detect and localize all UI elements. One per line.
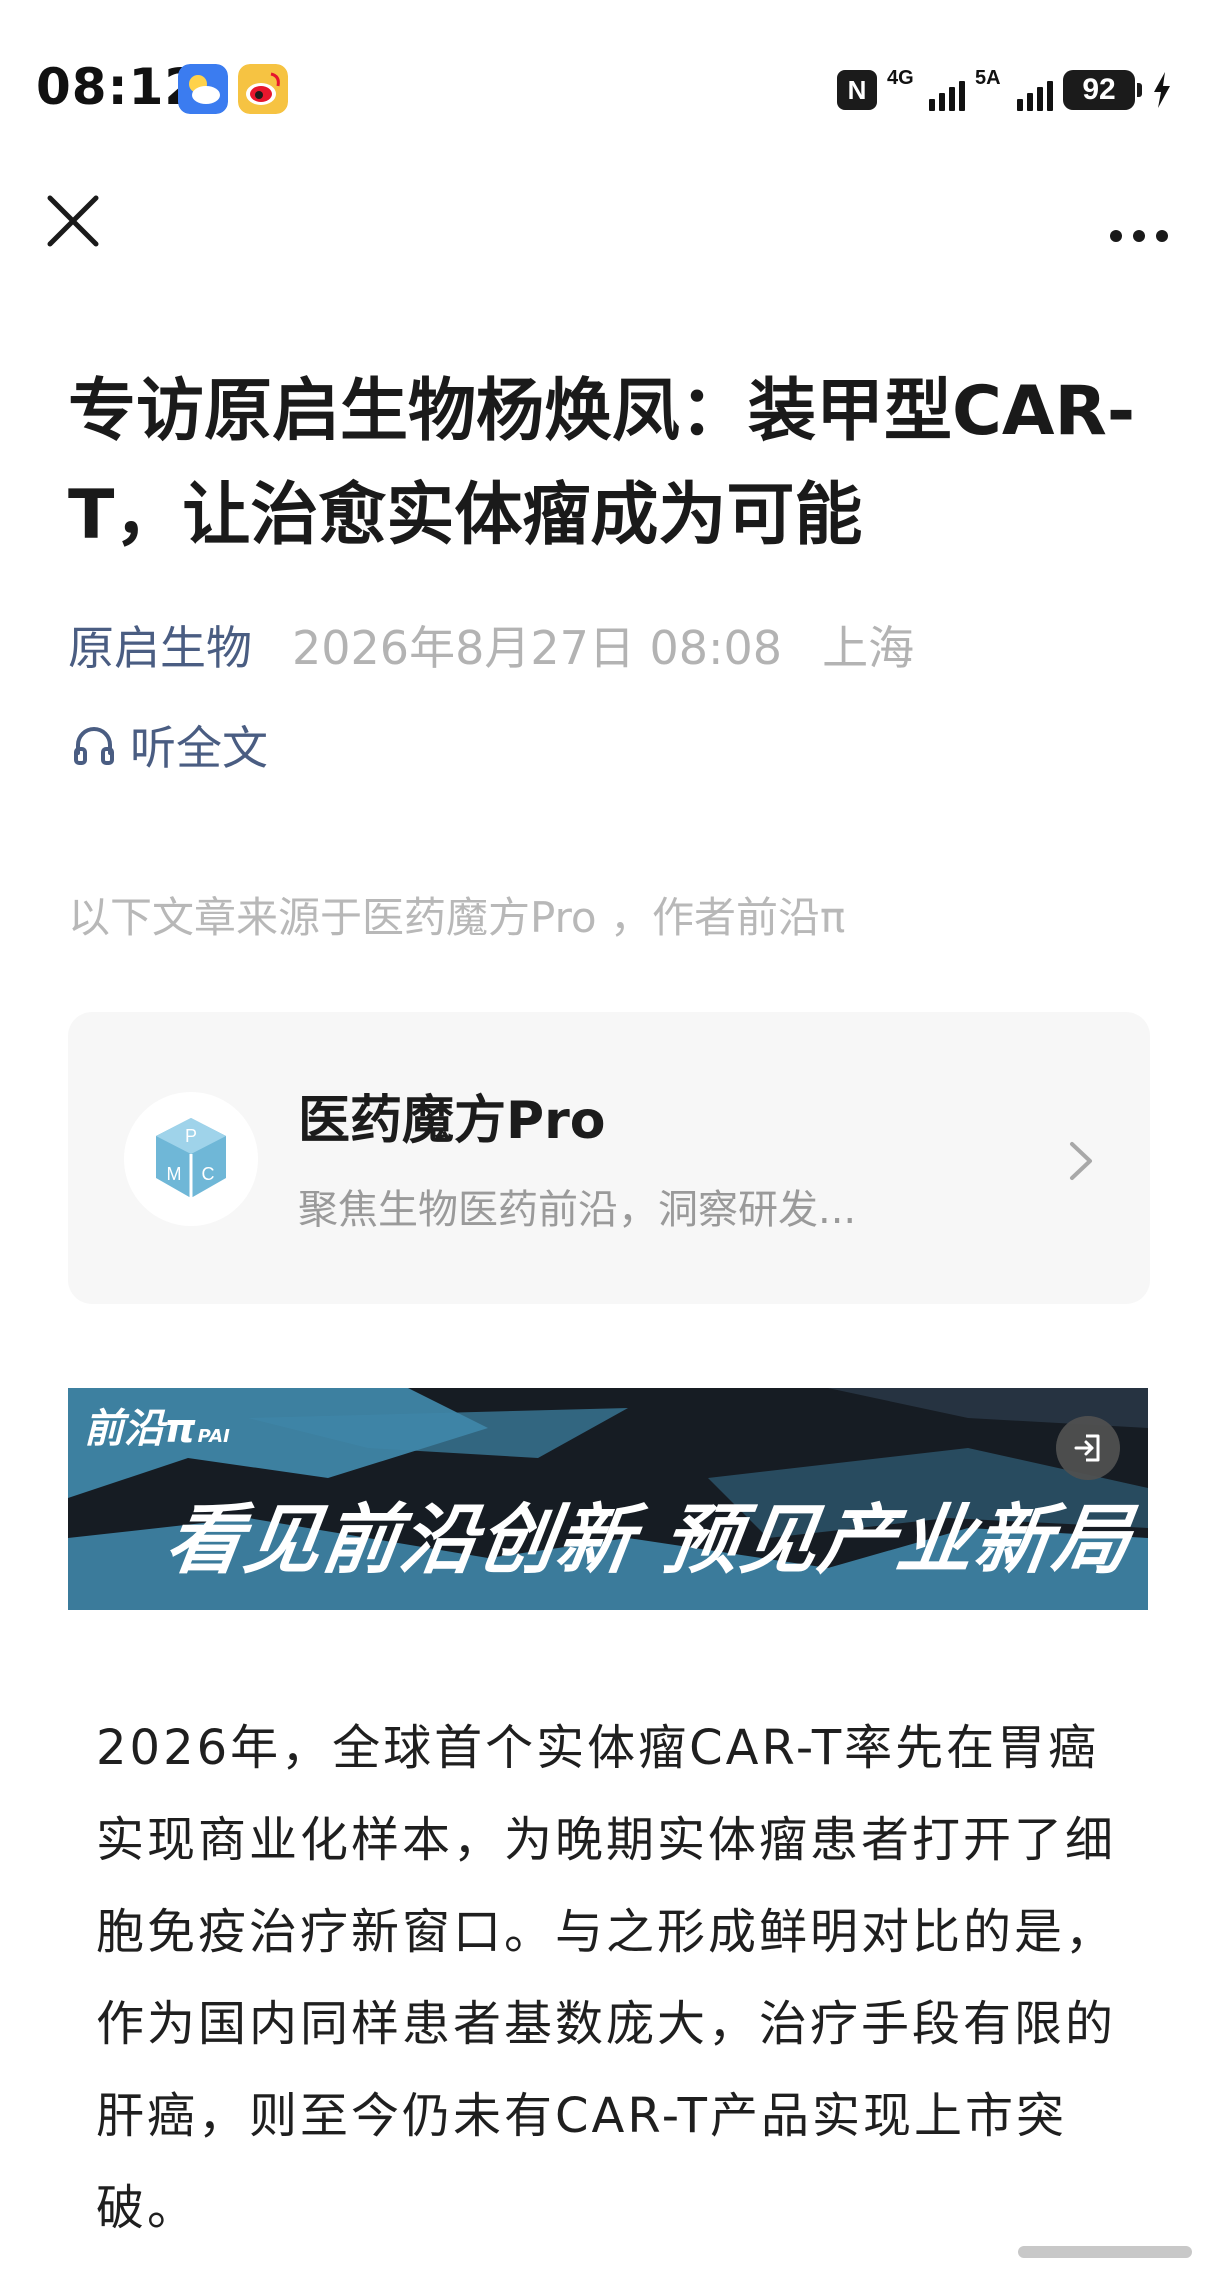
article-page: 08:12 N 4G 5A 92 专访原启生物杨焕凤：装甲型CAR-T，让治愈实… [0, 0, 1224, 2283]
signal-5a-label: 5A [975, 67, 1001, 89]
banner-logo-text: 前沿π [84, 1406, 196, 1452]
account-name: 医药魔方Pro [298, 1091, 606, 1151]
more-dots-icon[interactable] [1094, 184, 1184, 260]
avatar-letter-p: P [185, 1126, 197, 1146]
avatar-letter-m: M [167, 1164, 182, 1184]
charging-bolt-icon [1154, 72, 1170, 108]
article-meta: 原启生物 2026年8月27日 08:08 上海 [68, 610, 914, 680]
signal-bars-icon [929, 81, 965, 111]
scroll-indicator [1018, 2246, 1192, 2258]
article-body-paragraph: 2026年，全球首个实体瘤CAR-T率先在胃癌实现商业化样本，为晚期实体瘤患者打… [96, 1720, 1117, 2236]
source-note: 以下文章来源于医药魔方Pro ，作者前沿π [68, 893, 846, 942]
weather-app-icon [178, 64, 228, 114]
article-date: 2026年8月27日 08:08 [292, 621, 783, 675]
article-source-link[interactable]: 原启生物 [68, 612, 252, 678]
signal-4g: 4G [887, 67, 965, 113]
close-icon[interactable] [36, 184, 112, 260]
listen-label: 听全文 [130, 721, 268, 775]
header-banner-image: 前沿π PAI 看见前沿创新 预见产业新局 [68, 1388, 1148, 1610]
signal-bars-icon [1017, 81, 1053, 111]
battery-level: 92 [1063, 70, 1135, 110]
status-time: 08:12 [36, 58, 201, 116]
chevron-right-icon [1070, 1142, 1092, 1180]
nfc-icon: N [837, 70, 877, 110]
listen-full-text-button[interactable]: 听全文 [72, 710, 268, 780]
banner-slogan: 看见前沿创新 预见产业新局 [160, 1495, 1138, 1584]
battery-tip [1137, 83, 1142, 97]
share-exit-icon[interactable] [1056, 1416, 1120, 1480]
banner-logo-sub: PAI [197, 1426, 230, 1447]
account-avatar: P M C [124, 1092, 258, 1226]
weibo-app-icon [238, 64, 288, 114]
headphones-icon [74, 727, 114, 765]
article-location: 上海 [822, 621, 915, 675]
status-bar: 08:12 N 4G 5A 92 [0, 0, 1224, 170]
status-indicators: N 4G 5A 92 [837, 62, 1172, 118]
signal-4g-label: 4G [887, 67, 914, 89]
banner-logo: 前沿π PAI [84, 1396, 230, 1454]
account-description: 聚焦生物医药前沿，洞察研发... [298, 1187, 857, 1233]
article-title: 专访原启生物杨焕凤：装甲型CAR-T，让治愈实体瘤成为可能 [68, 372, 1136, 555]
avatar-letter-c: C [202, 1164, 215, 1184]
account-card[interactable]: P M C 医药魔方Pro 聚焦生物医药前沿，洞察研发... [68, 1012, 1150, 1304]
article-topbar [0, 170, 1224, 280]
signal-5a: 5A [975, 67, 1053, 113]
